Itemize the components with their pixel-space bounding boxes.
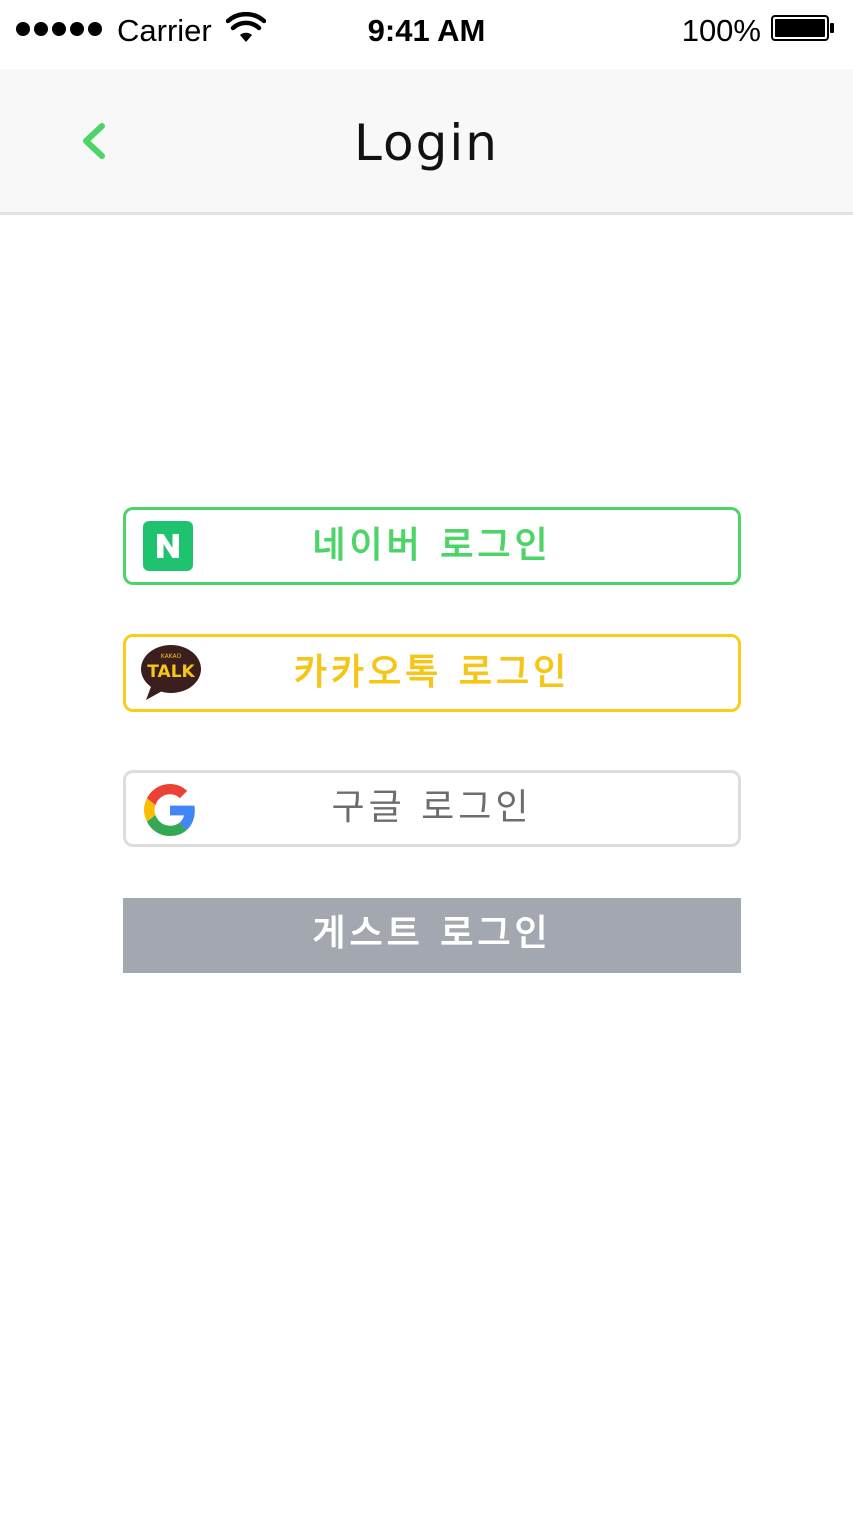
login-screen: Carrier 9:41 AM 100% Login 네이버 로그인 KAKAO… bbox=[0, 0, 853, 1515]
kakao-login-label: 카카오톡 로그인 bbox=[293, 652, 571, 693]
navigation-bar: Login bbox=[0, 69, 853, 215]
guest-login-label: 게스트 로그인 bbox=[312, 913, 552, 954]
kakao-login-button[interactable]: KAKAO TALK 카카오톡 로그인 bbox=[123, 634, 741, 712]
google-login-button[interactable]: 구글 로그인 bbox=[123, 770, 741, 847]
naver-login-button[interactable]: 네이버 로그인 bbox=[123, 507, 741, 585]
battery-percent: 100% bbox=[681, 13, 761, 48]
battery-icon bbox=[771, 15, 834, 41]
page-title: Login bbox=[354, 114, 499, 172]
status-bar: Carrier 9:41 AM 100% bbox=[0, 0, 853, 66]
naver-login-label: 네이버 로그인 bbox=[312, 525, 552, 566]
guest-login-button[interactable]: 게스트 로그인 bbox=[123, 898, 741, 973]
google-login-label: 구글 로그인 bbox=[331, 787, 533, 828]
